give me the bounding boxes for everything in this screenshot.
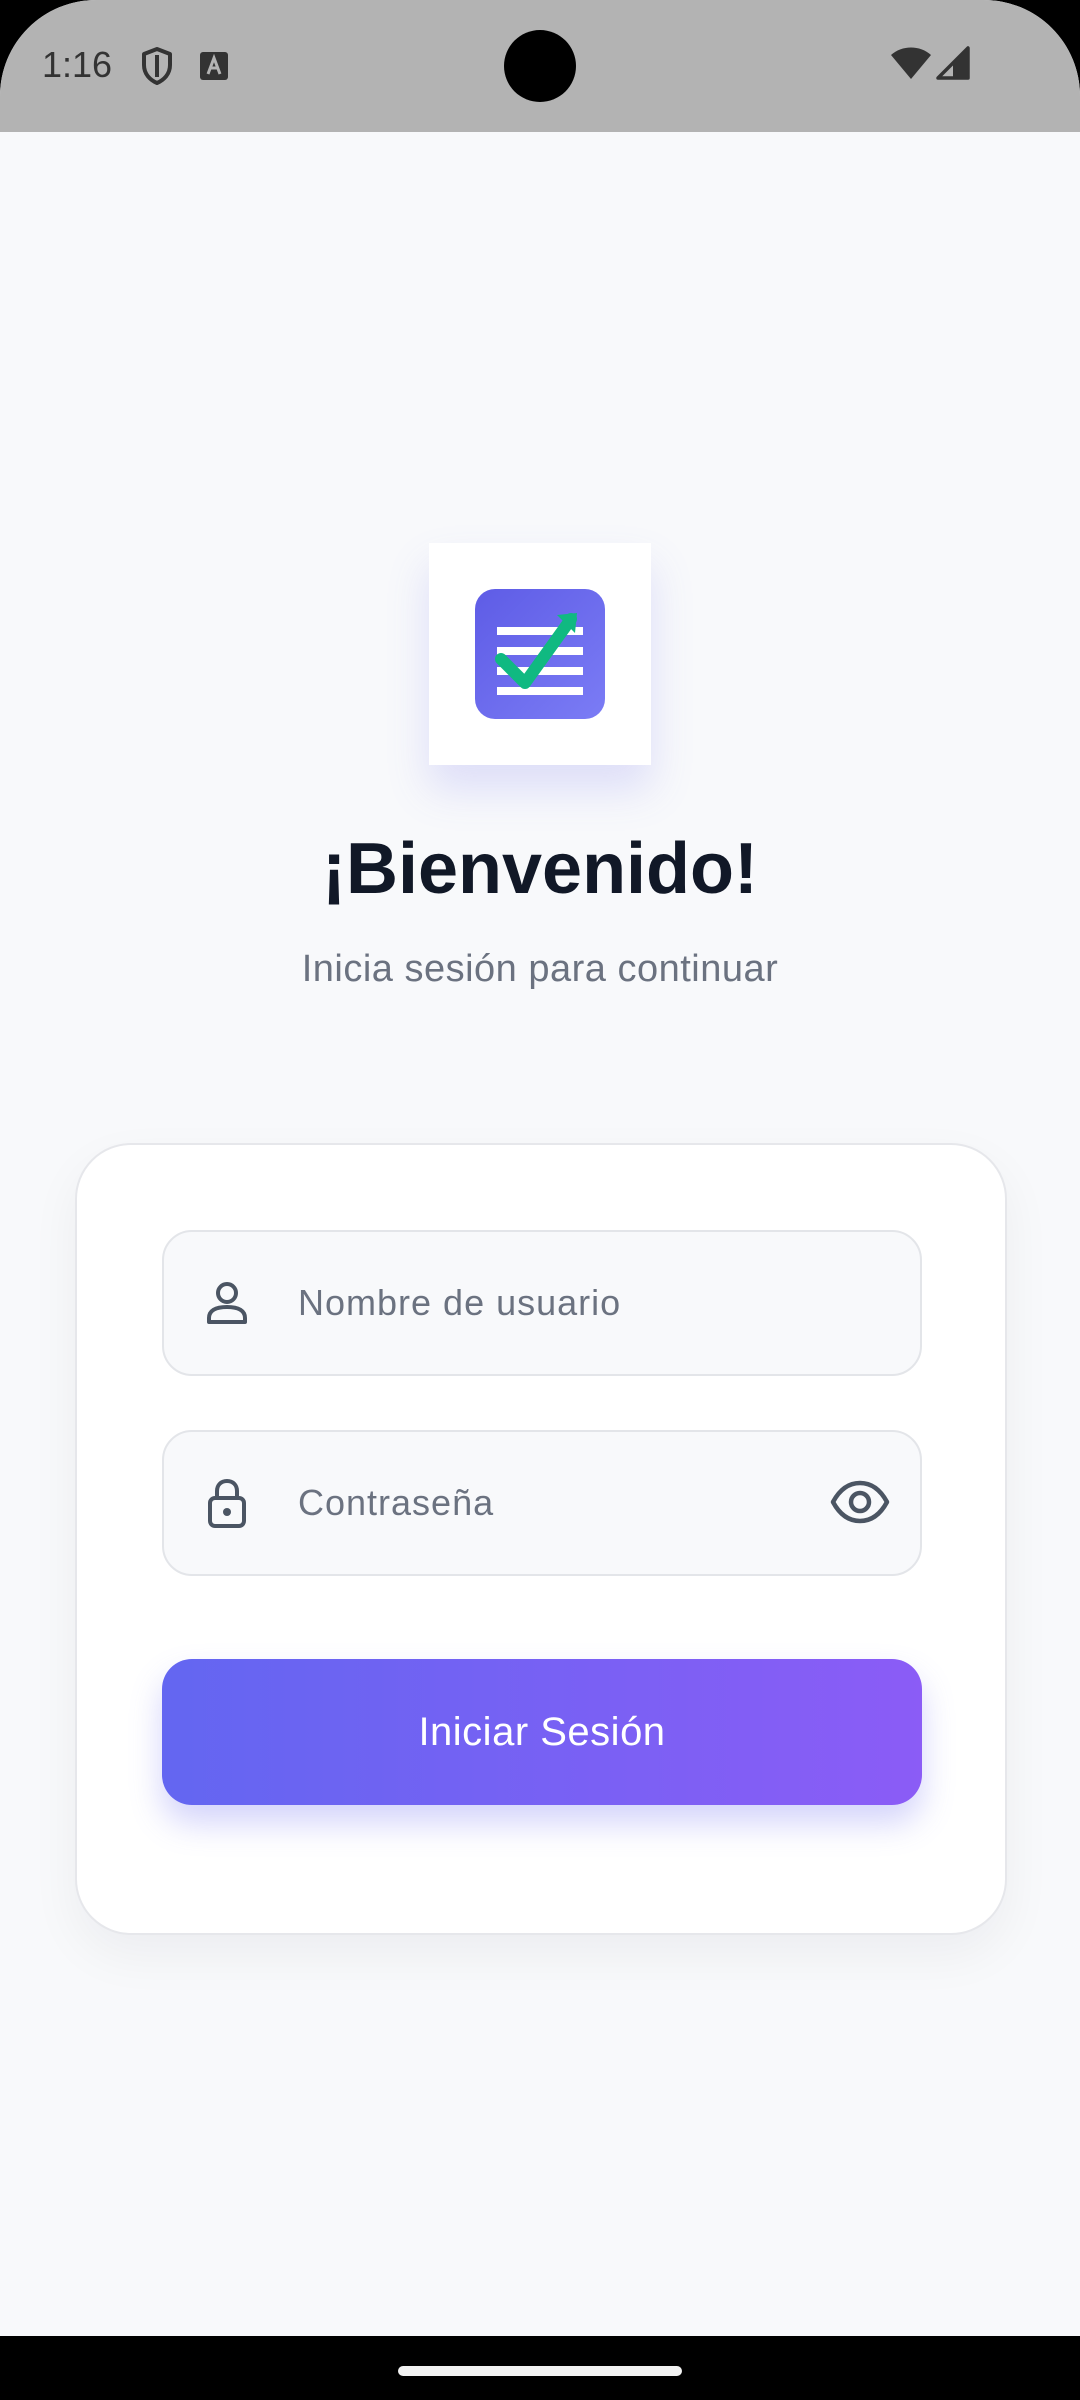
shield-icon xyxy=(140,46,174,91)
login-form: Iniciar Sesión xyxy=(75,1143,1007,1935)
page-subtitle: Inicia sesión para continuar xyxy=(301,948,779,990)
wifi-icon xyxy=(890,46,932,85)
app-logo xyxy=(429,543,651,765)
lock-icon xyxy=(202,1478,252,1528)
status-bar: 1:16 xyxy=(0,0,1080,132)
page-title: ¡Bienvenido! xyxy=(321,829,758,909)
task-list-check-icon xyxy=(475,589,605,719)
password-input[interactable] xyxy=(298,1432,798,1574)
login-button[interactable]: Iniciar Sesión xyxy=(162,1659,922,1805)
user-icon xyxy=(202,1278,252,1328)
status-time: 1:16 xyxy=(42,44,113,85)
camera-cutout xyxy=(504,30,576,102)
app-screen: 1:16 ¡Bienvenido! Inicia sesión para con… xyxy=(0,0,1080,2400)
text-a-icon xyxy=(200,52,228,85)
username-input[interactable] xyxy=(298,1232,798,1374)
signal-icon xyxy=(936,46,970,85)
navigation-bar xyxy=(0,2336,1080,2400)
eye-icon[interactable] xyxy=(830,1474,890,1530)
password-field[interactable] xyxy=(162,1430,922,1576)
username-field[interactable] xyxy=(162,1230,922,1376)
home-gesture-handle[interactable] xyxy=(398,2366,682,2376)
